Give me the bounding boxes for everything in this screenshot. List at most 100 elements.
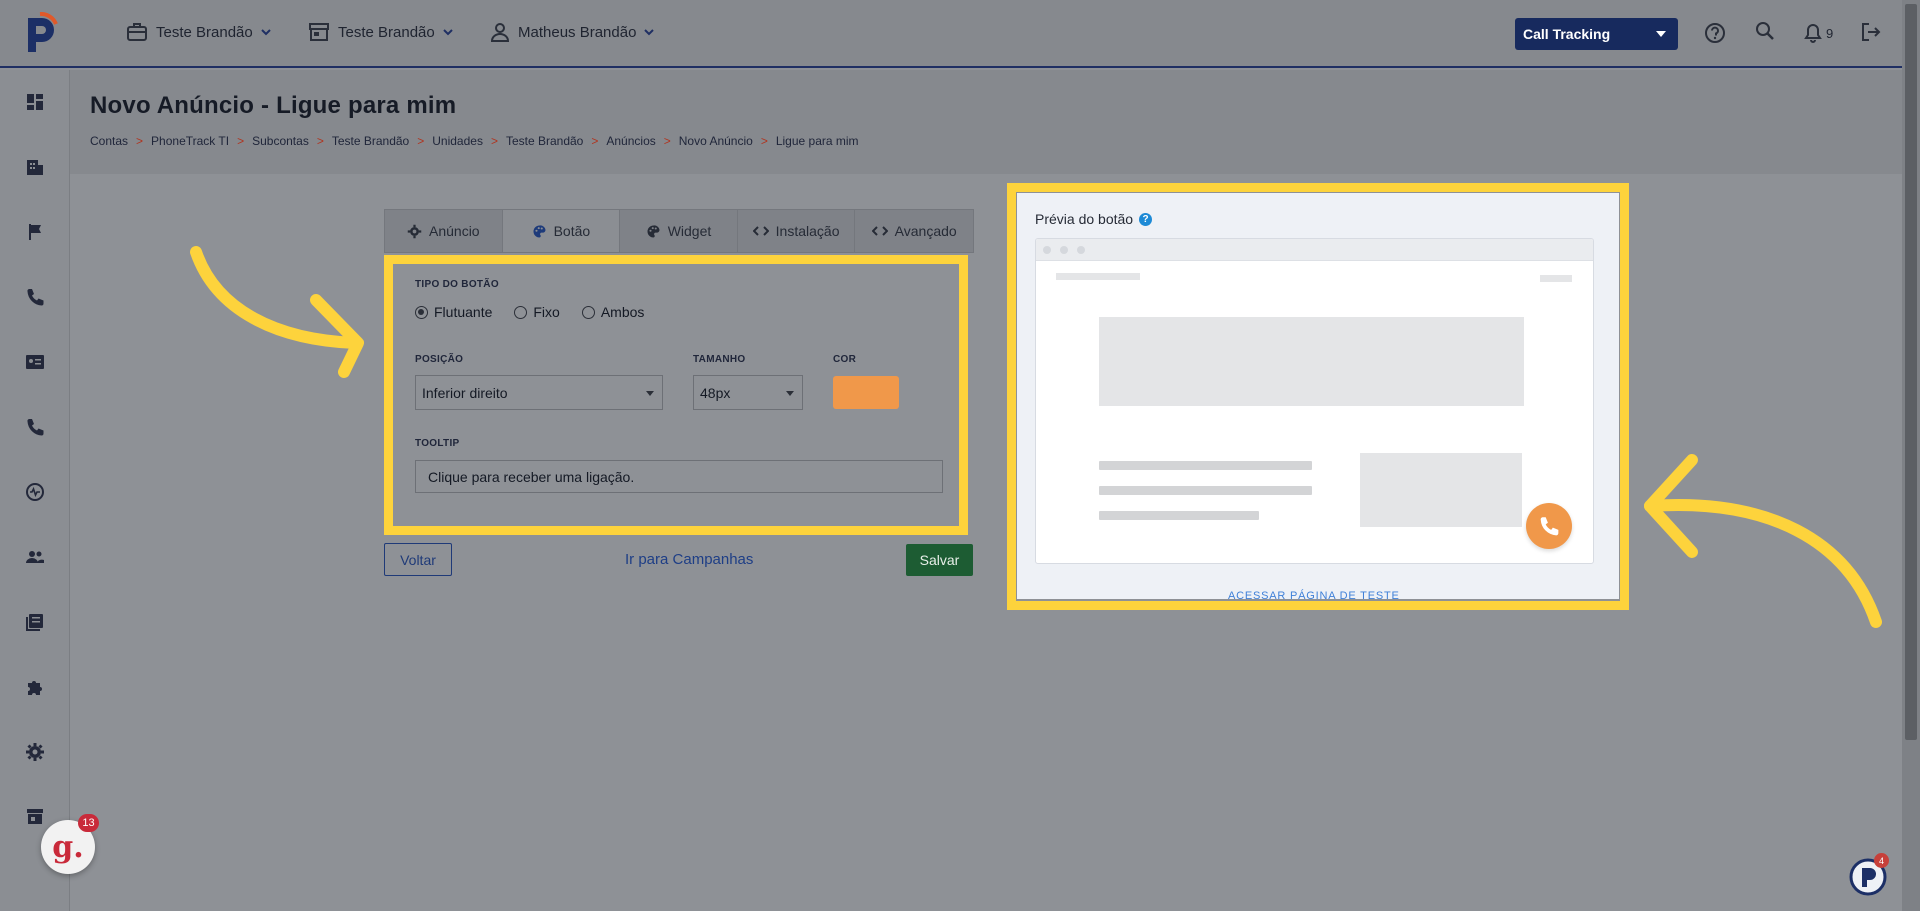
color-picker[interactable]: [833, 376, 899, 409]
gear-icon: [407, 224, 422, 238]
breadcrumb-separator: >: [760, 134, 768, 148]
breadcrumb-item[interactable]: PhoneTrack TI: [151, 134, 229, 148]
help-icon[interactable]: ?: [1139, 212, 1153, 226]
puzzle-icon[interactable]: [25, 677, 45, 697]
store-name: Teste Brandão: [338, 23, 435, 41]
tab-label: Avançado: [894, 223, 957, 239]
preview-title: Prévia do botão ?: [1035, 211, 1153, 227]
store-icon[interactable]: [25, 807, 45, 827]
floating-call-button-preview[interactable]: [1526, 503, 1572, 549]
breadcrumb-separator: >: [490, 134, 498, 148]
radio-label: Ambos: [600, 304, 645, 320]
building-icon[interactable]: [25, 157, 45, 177]
campaigns-link[interactable]: Ir para Campanhas: [625, 551, 753, 568]
settings-tabs: Anúncio Botão Widget Instalação Avançado: [384, 209, 974, 253]
save-button[interactable]: Salvar: [906, 544, 973, 576]
annotation-arrow-left: [190, 246, 364, 378]
tooltip-value: Clique para receber uma ligação.: [428, 468, 635, 485]
chevron-down-icon: [443, 29, 453, 36]
test-page-link[interactable]: ACESSAR PÁGINA DE TESTE: [1228, 590, 1400, 602]
browser-mockup: [1035, 238, 1594, 564]
account-name: Teste Brandão: [156, 23, 253, 41]
tooltip-label: TOOLTIP: [415, 438, 460, 449]
bell-icon[interactable]: [1804, 23, 1822, 43]
product-dropdown-button[interactable]: Call Tracking: [1515, 18, 1678, 50]
scrollbar-thumb[interactable]: [1905, 4, 1917, 740]
placeholder-banner: [1099, 317, 1524, 406]
breadcrumb-item[interactable]: Contas: [90, 134, 128, 148]
sidebar: [0, 70, 70, 911]
tab-botao[interactable]: Botão: [502, 210, 621, 252]
chevron-down-icon: [261, 29, 271, 36]
palette-icon: [647, 224, 660, 237]
phonetrack-notification-badge: 4: [1874, 853, 1889, 868]
dashboard-icon[interactable]: [25, 92, 45, 112]
breadcrumb-separator: >: [591, 134, 599, 148]
store-selector[interactable]: Teste Brandão: [308, 22, 453, 42]
user-selector[interactable]: Matheus Brandão: [490, 22, 655, 42]
page-header: Novo Anúncio - Ligue para mim Contas > Ph…: [70, 70, 1902, 174]
radio-checked-icon: [415, 305, 428, 319]
breadcrumb-item[interactable]: Novo Anúncio: [679, 134, 753, 148]
tab-avancado[interactable]: Avançado: [855, 210, 973, 252]
tab-label: Widget: [667, 223, 712, 239]
breadcrumb-item[interactable]: Subcontas: [252, 134, 309, 148]
breadcrumb-separator: >: [237, 134, 245, 148]
breadcrumb-item[interactable]: Teste Brandão: [332, 134, 409, 148]
user-name: Matheus Brandão: [518, 23, 637, 41]
placeholder-image: [1360, 453, 1522, 527]
browser-chrome: [1036, 239, 1593, 261]
tab-anuncio[interactable]: Anúncio: [385, 210, 503, 252]
book-icon[interactable]: [25, 612, 45, 632]
placeholder-line: [1099, 511, 1259, 520]
color-label: COR: [833, 354, 857, 365]
placeholder-line: [1099, 461, 1312, 470]
help-icon[interactable]: [1704, 22, 1726, 44]
tab-instalacao[interactable]: Instalação: [738, 210, 856, 252]
account-selector[interactable]: Teste Brandão: [126, 22, 271, 42]
tooltip-input[interactable]: Clique para receber uma ligação.: [415, 460, 943, 493]
breadcrumb-item[interactable]: Anúncios: [606, 134, 655, 148]
radio-fixo[interactable]: Fixo: [514, 304, 560, 320]
phonetrack-logo[interactable]: [20, 12, 62, 56]
g-notification-badge: 13: [78, 814, 99, 832]
phone-icon[interactable]: [25, 287, 45, 307]
tab-label: Instalação: [775, 223, 840, 239]
notification-count: 9: [1826, 26, 1834, 41]
product-dropdown-label: Call Tracking: [1523, 26, 1611, 42]
breadcrumb: Contas > PhoneTrack TI > Subcontas > Teste …: [90, 134, 859, 148]
placeholder-line: [1099, 486, 1312, 495]
caret-down-icon: [786, 391, 794, 396]
window-dot: [1077, 246, 1085, 254]
back-button[interactable]: Voltar: [384, 543, 452, 576]
radio-ambos[interactable]: Ambos: [581, 304, 645, 320]
contact-card-icon[interactable]: [25, 352, 45, 372]
code-icon: [871, 226, 888, 236]
page-title: Novo Anúncio - Ligue para mim: [90, 92, 457, 119]
phone-icon: [1540, 517, 1559, 536]
briefcase-icon: [127, 23, 147, 41]
tab-widget[interactable]: Widget: [620, 210, 738, 252]
flag-icon[interactable]: [25, 222, 45, 242]
caret-down-icon: [1656, 31, 1666, 37]
activity-icon[interactable]: [25, 482, 45, 502]
users-icon[interactable]: [25, 547, 45, 567]
breadcrumb-separator: >: [417, 134, 425, 148]
size-select[interactable]: 48px: [693, 375, 803, 410]
breadcrumb-item[interactable]: Teste Brandão: [506, 134, 583, 148]
phone-icon[interactable]: [25, 417, 45, 437]
gear-icon[interactable]: [25, 742, 45, 762]
position-select[interactable]: Inferior direito: [415, 375, 663, 410]
button-type-radio-group: Flutuante Fixo Ambos: [415, 304, 644, 320]
button-type-label: TIPO DO BOTÃO: [415, 279, 499, 290]
button-settings-form: TIPO DO BOTÃO Flutuante Fixo Ambos POSIÇ…: [393, 264, 959, 526]
user-icon: [490, 23, 510, 42]
placeholder-logo: [1056, 273, 1140, 280]
logout-icon[interactable]: [1860, 21, 1882, 43]
search-icon[interactable]: [1755, 21, 1775, 41]
breadcrumb-item[interactable]: Unidades: [432, 134, 483, 148]
radio-flutuante[interactable]: Flutuante: [415, 304, 492, 320]
tab-label: Botão: [553, 223, 591, 239]
size-value: 48px: [700, 384, 731, 401]
radio-unchecked-icon: [514, 305, 528, 319]
